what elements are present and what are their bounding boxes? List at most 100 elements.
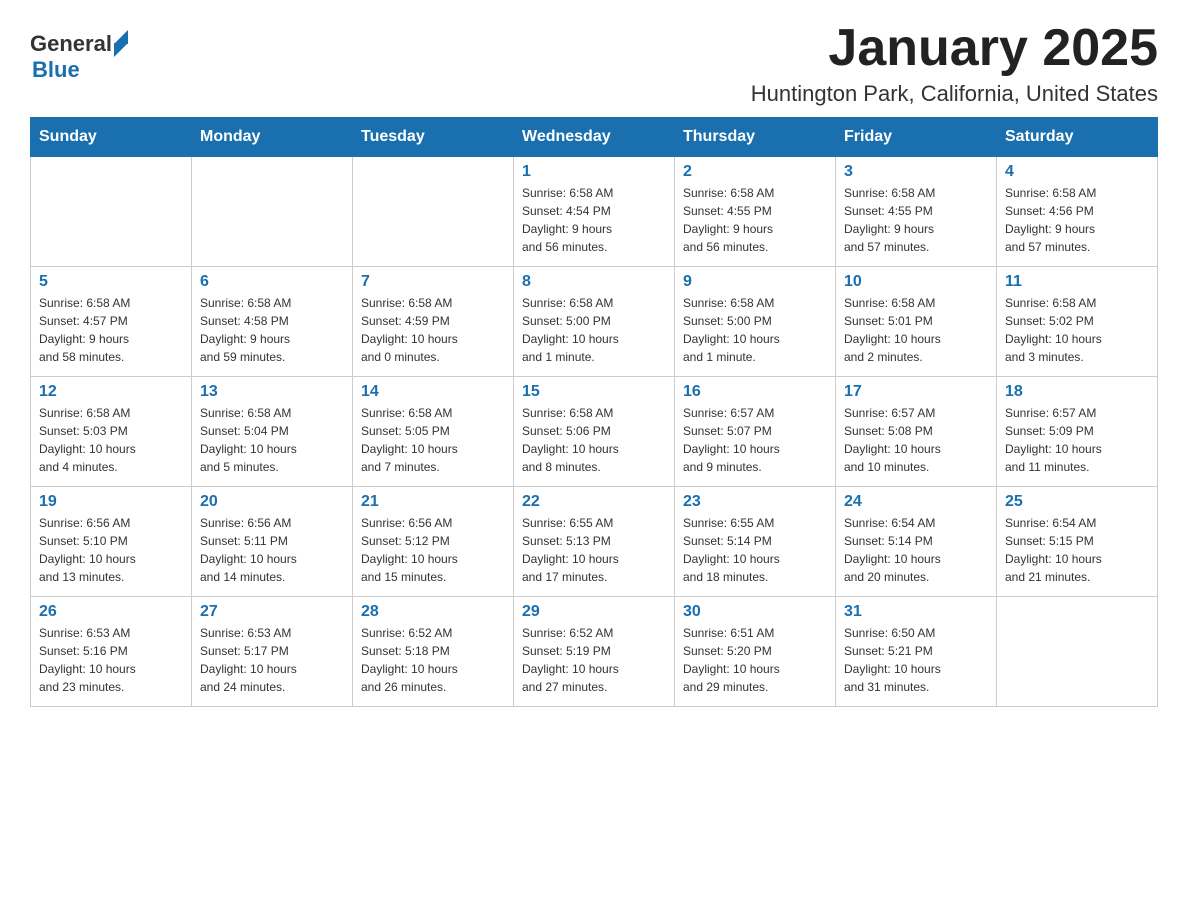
day-info: Sunrise: 6:58 AM Sunset: 4:56 PM Dayligh…: [1005, 184, 1149, 256]
day-number: 7: [361, 273, 505, 291]
calendar-week-row: 5Sunrise: 6:58 AM Sunset: 4:57 PM Daylig…: [31, 267, 1158, 377]
day-number: 21: [361, 493, 505, 511]
calendar-cell: 13 Sunrise: 6:58 AM Sunset: 5:04 PM Dayli…: [192, 377, 353, 487]
header-cell-saturday: Saturday: [997, 118, 1158, 157]
calendar-cell: 6 Sunrise: 6:58 AM Sunset: 4:58 PM Daylig…: [192, 267, 353, 377]
day-info: Sunrise: 6:57 AM Sunset: 5:07 PM Dayligh…: [683, 404, 827, 476]
calendar-week-row: 19 Sunrise: 6:56 AM Sunset: 5:10 PM Dayli…: [31, 487, 1158, 597]
day-info: Sunrise: 6:58 AM Sunset: 5:02 PM Dayligh…: [1005, 294, 1149, 366]
header-cell-wednesday: Wednesday: [514, 118, 675, 157]
logo-blue: Blue: [32, 57, 80, 83]
day-number: 14: [361, 383, 505, 401]
calendar-cell: [353, 157, 514, 267]
calendar-cell: 9 Sunrise: 6:58 AM Sunset: 5:00 PM Daylig…: [675, 267, 836, 377]
logo-general: General: [30, 31, 112, 57]
calendar-cell: [31, 157, 192, 267]
calendar-subtitle: Huntington Park, California, United Stat…: [751, 81, 1158, 107]
day-number: 10: [844, 273, 988, 291]
calendar-table: SundayMondayTuesdayWednesdayThursdayFrid…: [30, 117, 1158, 707]
day-info: Sunrise: 6:58 AM Sunset: 4:54 PM Dayligh…: [522, 184, 666, 256]
day-number: 19: [39, 493, 183, 511]
calendar-cell: 21 Sunrise: 6:56 AM Sunset: 5:12 PM Dayli…: [353, 487, 514, 597]
day-number: 28: [361, 603, 505, 621]
logo: General Blue: [30, 30, 128, 83]
calendar-cell: 7 Sunrise: 6:58 AM Sunset: 4:59 PM Daylig…: [353, 267, 514, 377]
day-number: 15: [522, 383, 666, 401]
day-number: 6: [200, 273, 344, 291]
day-info: Sunrise: 6:53 AM Sunset: 5:16 PM Dayligh…: [39, 624, 183, 696]
day-number: 9: [683, 273, 827, 291]
day-number: 23: [683, 493, 827, 511]
day-info: Sunrise: 6:58 AM Sunset: 4:59 PM Dayligh…: [361, 294, 505, 366]
calendar-cell: 29 Sunrise: 6:52 AM Sunset: 5:19 PM Dayli…: [514, 597, 675, 707]
day-info: Sunrise: 6:52 AM Sunset: 5:19 PM Dayligh…: [522, 624, 666, 696]
day-info: Sunrise: 6:57 AM Sunset: 5:08 PM Dayligh…: [844, 404, 988, 476]
calendar-week-row: 12 Sunrise: 6:58 AM Sunset: 5:03 PM Dayli…: [31, 377, 1158, 487]
day-number: 8: [522, 273, 666, 291]
calendar-cell: 3 Sunrise: 6:58 AM Sunset: 4:55 PM Daylig…: [836, 157, 997, 267]
calendar-cell: 1 Sunrise: 6:58 AM Sunset: 4:54 PM Daylig…: [514, 157, 675, 267]
calendar-cell: 28 Sunrise: 6:52 AM Sunset: 5:18 PM Dayli…: [353, 597, 514, 707]
day-number: 5: [39, 273, 183, 291]
calendar-cell: 2Sunrise: 6:58 AM Sunset: 4:55 PM Daylig…: [675, 157, 836, 267]
day-info: Sunrise: 6:58 AM Sunset: 4:58 PM Dayligh…: [200, 294, 344, 366]
calendar-cell: 24 Sunrise: 6:54 AM Sunset: 5:14 PM Dayli…: [836, 487, 997, 597]
calendar-cell: 12 Sunrise: 6:58 AM Sunset: 5:03 PM Dayli…: [31, 377, 192, 487]
calendar-title: January 2025: [751, 20, 1158, 77]
day-info: Sunrise: 6:58 AM Sunset: 5:05 PM Dayligh…: [361, 404, 505, 476]
calendar-cell: 30Sunrise: 6:51 AM Sunset: 5:20 PM Dayli…: [675, 597, 836, 707]
day-number: 16: [683, 383, 827, 401]
day-number: 31: [844, 603, 988, 621]
day-info: Sunrise: 6:58 AM Sunset: 5:00 PM Dayligh…: [522, 294, 666, 366]
calendar-cell: 18 Sunrise: 6:57 AM Sunset: 5:09 PM Dayli…: [997, 377, 1158, 487]
day-number: 2: [683, 163, 827, 181]
calendar-cell: 17 Sunrise: 6:57 AM Sunset: 5:08 PM Dayli…: [836, 377, 997, 487]
calendar-cell: 25 Sunrise: 6:54 AM Sunset: 5:15 PM Dayli…: [997, 487, 1158, 597]
day-info: Sunrise: 6:58 AM Sunset: 5:04 PM Dayligh…: [200, 404, 344, 476]
day-number: 26: [39, 603, 183, 621]
day-info: Sunrise: 6:56 AM Sunset: 5:11 PM Dayligh…: [200, 514, 344, 586]
calendar-cell: [192, 157, 353, 267]
day-number: 29: [522, 603, 666, 621]
day-number: 4: [1005, 163, 1149, 181]
calendar-cell: 22 Sunrise: 6:55 AM Sunset: 5:13 PM Dayli…: [514, 487, 675, 597]
day-info: Sunrise: 6:58 AM Sunset: 4:55 PM Dayligh…: [844, 184, 988, 256]
day-info: Sunrise: 6:58 AM Sunset: 5:00 PM Dayligh…: [683, 294, 827, 366]
day-info: Sunrise: 6:54 AM Sunset: 5:15 PM Dayligh…: [1005, 514, 1149, 586]
day-number: 25: [1005, 493, 1149, 511]
day-number: 27: [200, 603, 344, 621]
day-info: Sunrise: 6:54 AM Sunset: 5:14 PM Dayligh…: [844, 514, 988, 586]
day-number: 13: [200, 383, 344, 401]
calendar-cell: 14 Sunrise: 6:58 AM Sunset: 5:05 PM Dayli…: [353, 377, 514, 487]
header-cell-tuesday: Tuesday: [353, 118, 514, 157]
calendar-week-row: 26 Sunrise: 6:53 AM Sunset: 5:16 PM Dayli…: [31, 597, 1158, 707]
day-info: Sunrise: 6:55 AM Sunset: 5:14 PM Dayligh…: [683, 514, 827, 586]
title-block: January 2025 Huntington Park, California…: [751, 20, 1158, 107]
day-info: Sunrise: 6:53 AM Sunset: 5:17 PM Dayligh…: [200, 624, 344, 696]
calendar-cell: 23 Sunrise: 6:55 AM Sunset: 5:14 PM Dayli…: [675, 487, 836, 597]
calendar-week-row: 1 Sunrise: 6:58 AM Sunset: 4:54 PM Daylig…: [31, 157, 1158, 267]
day-number: 24: [844, 493, 988, 511]
day-info: Sunrise: 6:58 AM Sunset: 5:03 PM Dayligh…: [39, 404, 183, 476]
calendar-cell: 8 Sunrise: 6:58 AM Sunset: 5:00 PM Daylig…: [514, 267, 675, 377]
day-number: 11: [1005, 273, 1149, 291]
day-info: Sunrise: 6:56 AM Sunset: 5:10 PM Dayligh…: [39, 514, 183, 586]
day-info: Sunrise: 6:55 AM Sunset: 5:13 PM Dayligh…: [522, 514, 666, 586]
day-info: Sunrise: 6:58 AM Sunset: 5:06 PM Dayligh…: [522, 404, 666, 476]
calendar-cell: 15 Sunrise: 6:58 AM Sunset: 5:06 PM Dayli…: [514, 377, 675, 487]
day-info: Sunrise: 6:56 AM Sunset: 5:12 PM Dayligh…: [361, 514, 505, 586]
calendar-cell: 27 Sunrise: 6:53 AM Sunset: 5:17 PM Dayli…: [192, 597, 353, 707]
day-number: 18: [1005, 383, 1149, 401]
day-number: 30: [683, 603, 827, 621]
day-number: 1: [522, 163, 666, 181]
day-info: Sunrise: 6:50 AM Sunset: 5:21 PM Dayligh…: [844, 624, 988, 696]
day-info: Sunrise: 6:57 AM Sunset: 5:09 PM Dayligh…: [1005, 404, 1149, 476]
day-info: Sunrise: 6:52 AM Sunset: 5:18 PM Dayligh…: [361, 624, 505, 696]
day-number: 3: [844, 163, 988, 181]
day-number: 22: [522, 493, 666, 511]
day-number: 20: [200, 493, 344, 511]
calendar-header-row: SundayMondayTuesdayWednesdayThursdayFrid…: [31, 118, 1158, 157]
page-header: General Blue January 2025 Huntington Par…: [30, 20, 1158, 107]
day-number: 17: [844, 383, 988, 401]
day-number: 12: [39, 383, 183, 401]
